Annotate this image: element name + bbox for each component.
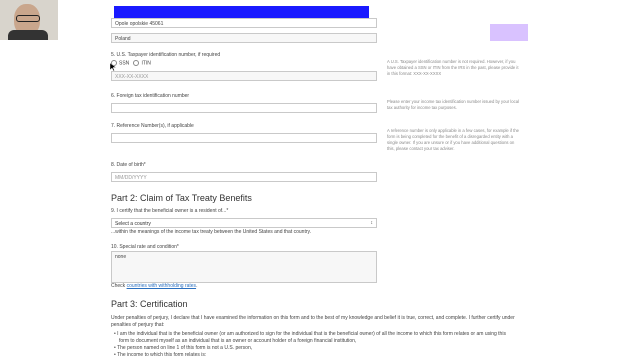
q10-label: 10. Special rate and condition* xyxy=(111,244,179,250)
check-rates-line: Check countries with withholding rates. xyxy=(111,283,197,289)
withholding-rates-link[interactable]: countries with withholding rates xyxy=(127,283,196,289)
bullet-2: • The person named on line 1 of this for… xyxy=(114,345,253,351)
check-suffix: . xyxy=(196,283,198,289)
q7-label: 7. Reference Number(s), if applicable xyxy=(111,123,194,129)
part3-title: Part 3: Certification xyxy=(111,299,188,309)
city-field[interactable]: Opole opolskie 45061 xyxy=(111,18,377,28)
redacted-field-highlight xyxy=(114,6,369,18)
certification-intro-2: penalties of perjury that: xyxy=(111,322,165,328)
q9-after: ...within the meanings of the income tax… xyxy=(111,229,312,235)
highlight-box xyxy=(490,24,528,41)
webcam-overlay xyxy=(0,0,58,40)
part2-title: Part 2: Claim of Tax Treaty Benefits xyxy=(111,193,252,203)
q8-label: 8. Date of birth* xyxy=(111,162,146,168)
mouse-cursor-icon xyxy=(109,58,117,76)
dob-input[interactable]: MM/DD/YYYY xyxy=(111,172,377,182)
itin-label: ITIN xyxy=(141,60,151,67)
bullet-1-cont: form to document myself as an individual… xyxy=(119,338,357,344)
q6-label: 6. Foreign tax identification number xyxy=(111,93,190,99)
select-value: Select a country xyxy=(115,221,151,227)
q5-label: 5. U.S. Taxpayer identification number, … xyxy=(111,52,221,58)
ssn-label: SSN xyxy=(119,60,130,67)
select-arrows-icon: ↕ xyxy=(370,220,374,226)
bullet-1: • I am the individual that is the benefi… xyxy=(114,331,506,337)
certification-intro-1: Under penalties of perjury, I declare th… xyxy=(111,315,515,321)
q9-label: 9. I certify that the beneficial owner i… xyxy=(111,208,229,214)
special-rate-textarea[interactable]: none xyxy=(111,251,377,283)
country-field[interactable]: Poland xyxy=(111,33,377,43)
foreign-tin-input[interactable] xyxy=(111,103,377,113)
glasses xyxy=(16,15,40,22)
country-select[interactable]: Select a country ↕ xyxy=(111,218,377,228)
q6-help: Please enter your income tax identificat… xyxy=(387,99,519,110)
bullet-3: • The income to which this form relates … xyxy=(114,352,207,358)
tin-input[interactable]: XXX-XX-XXXX xyxy=(111,71,377,81)
q5-help: A U.S. Taxpayer identification number is… xyxy=(387,59,519,76)
check-prefix: Check xyxy=(111,283,126,289)
q7-help: A reference number is only applicable in… xyxy=(387,128,519,151)
reference-number-input[interactable] xyxy=(111,133,377,143)
radio-circle[interactable] xyxy=(133,60,140,66)
ssn-radio[interactable]: SSN ITIN xyxy=(111,60,151,66)
